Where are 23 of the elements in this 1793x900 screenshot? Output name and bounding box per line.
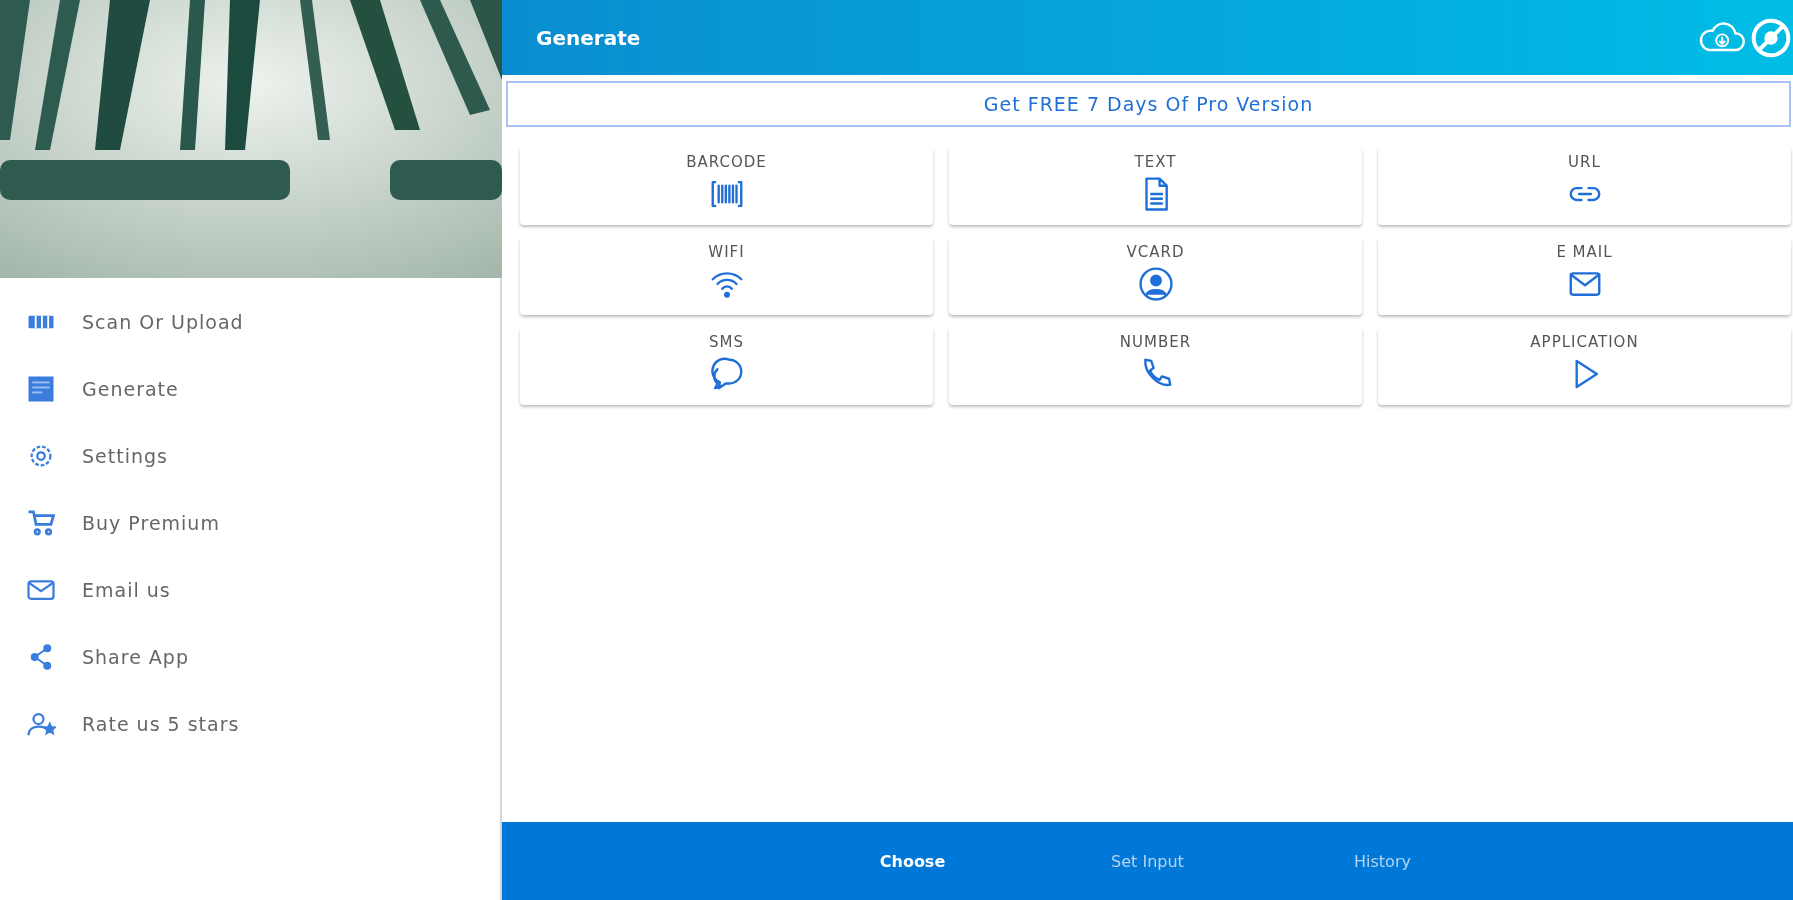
cart-icon [26,507,56,538]
bottom-tab[interactable]: History [1315,822,1450,900]
type-card[interactable]: URL [1378,147,1791,225]
menu-item[interactable]: Generate [0,355,500,422]
menu-item[interactable]: Buy Premium [0,489,500,556]
page-title: Generate [536,25,641,50]
menu-item[interactable]: Email us [0,556,500,623]
type-card[interactable]: VCARD [949,237,1362,315]
type-card[interactable]: E MAIL [1378,237,1791,315]
menu-item[interactable]: Scan Or Upload [0,288,500,355]
menu-item[interactable]: Rate us 5 stars [0,690,500,757]
type-card[interactable]: TEXT [949,147,1362,225]
menu-item[interactable]: Share App [0,623,500,690]
bottom-tab[interactable]: Choose [845,822,980,900]
type-card[interactable]: APPLICATION [1378,327,1791,405]
no-ads-icon[interactable] [1751,17,1791,58]
type-card[interactable]: WIFI [520,237,933,315]
person-icon [1136,265,1175,303]
type-card[interactable]: BARCODE [520,147,933,225]
menu-item[interactable]: Settings [0,422,500,489]
type-card[interactable]: NUMBER [949,327,1362,405]
promo-button[interactable]: Get FREE 7 Days Of Pro Version [506,81,1791,127]
type-card[interactable]: SMS [520,327,933,405]
